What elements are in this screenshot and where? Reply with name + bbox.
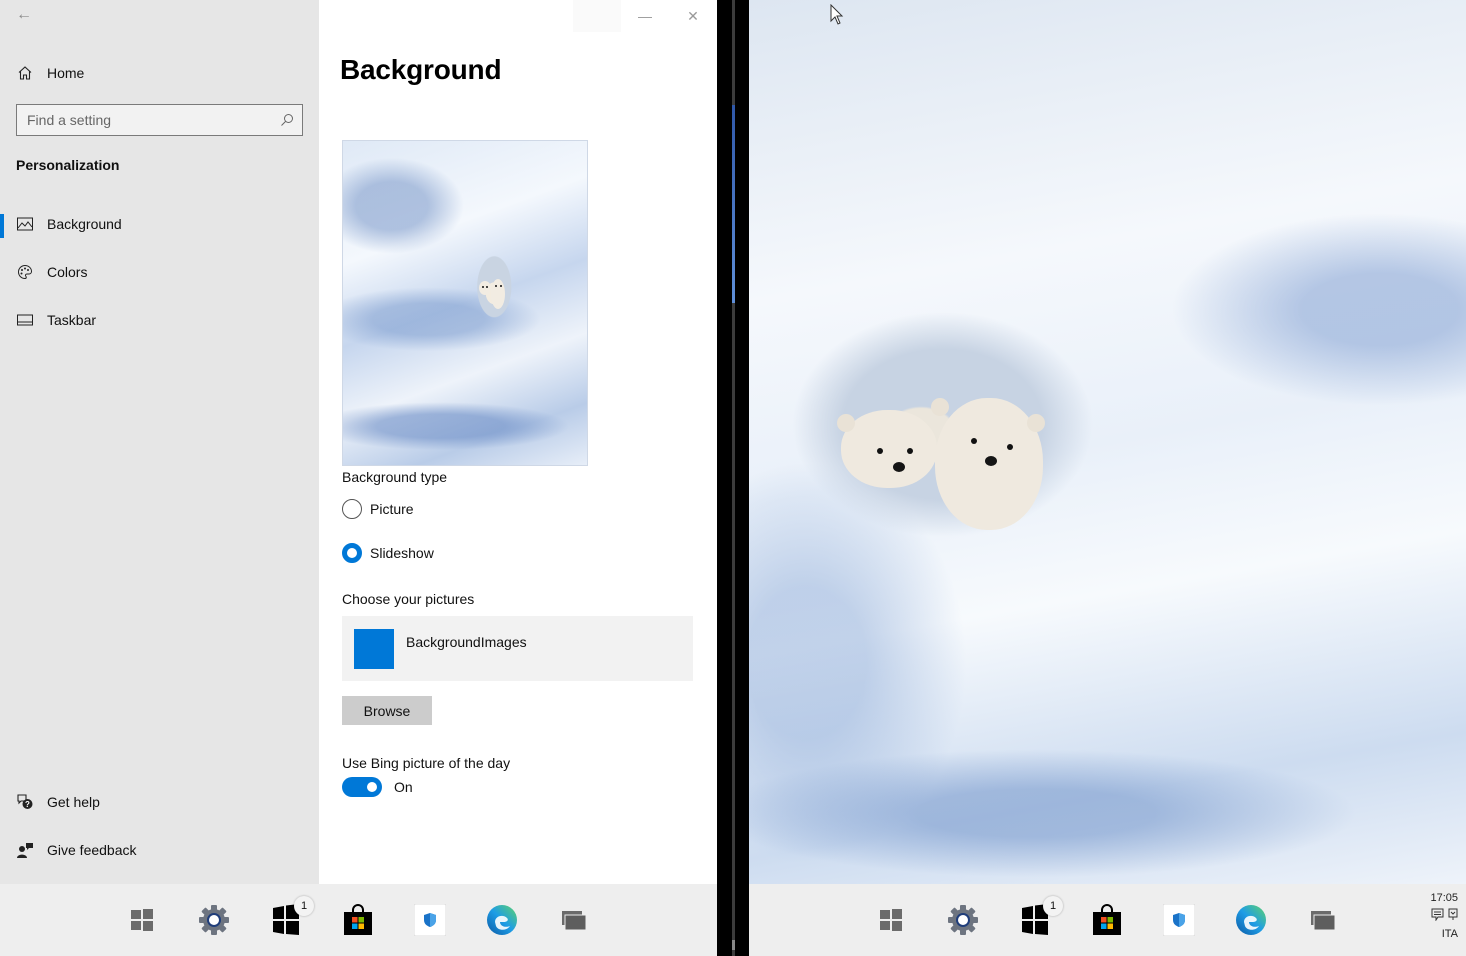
system-tray: 17:05 ITA [1398,890,1458,940]
back-button[interactable]: ← [8,2,40,28]
sidebar-item-taskbar[interactable]: Taskbar [0,300,319,340]
edge-button[interactable] [1233,902,1269,938]
right-screen: 1 17:05 ITA [749,0,1466,956]
settings-app-button[interactable] [196,902,232,938]
taskbar-icon [16,311,34,329]
search-icon[interactable] [272,113,302,127]
folder-thumbnail [354,628,394,669]
toggle-state-label: On [394,779,413,795]
gear-icon [948,905,978,935]
close-button[interactable]: ✕ [669,0,717,32]
background-type-label: Background type [342,469,448,485]
bing-toggle-switch[interactable] [342,777,382,797]
clock[interactable]: 17:05 [1398,892,1458,904]
windows-start-icon [880,909,902,931]
background-preview-image [342,140,588,466]
store-bag-icon [344,904,372,935]
page-title: Background [340,54,502,85]
radio-label: Picture [370,501,414,517]
window-controls: — ✕ [573,0,717,32]
get-help-link[interactable]: ? Get help [0,782,319,822]
edge-icon [487,905,517,935]
close-icon: ✕ [687,7,699,24]
give-feedback-link[interactable]: Give feedback [0,830,319,870]
radio-picture[interactable]: Picture [342,498,414,520]
divider-scroll-thumb[interactable] [732,105,735,303]
gear-icon [199,905,229,935]
sidebar-item-label: Taskbar [47,312,97,328]
maximize-button[interactable] [573,0,621,32]
store-button[interactable] [340,902,376,938]
settings-nav-pane: ← Home Personalization Background [0,0,319,884]
search-box[interactable] [16,104,303,136]
input-language-indicator[interactable]: ITA [1398,928,1458,940]
preview-bear-cub [491,279,505,309]
album-name: BackgroundImages [406,633,527,650]
windows-app-button[interactable]: 1 [1017,896,1063,938]
divider-grip-handle[interactable] [732,940,735,950]
section-title: Personalization [16,157,120,173]
polar-bear-cub-left [837,410,937,488]
notification-badge: 1 [1043,896,1063,916]
album-folder-item[interactable]: BackgroundImages [342,616,693,681]
shield-icon [414,904,446,936]
svg-text:?: ? [25,800,30,809]
mouse-cursor-icon [830,4,844,25]
start-button[interactable] [124,902,160,938]
taskbar-right: 1 17:05 ITA [749,884,1466,956]
picture-icon [16,215,34,233]
radio-button-checked[interactable] [342,543,362,563]
sidebar-item-background[interactable]: Background [0,204,319,244]
polar-bear-cub-right [931,398,1045,530]
tray-icons [1398,908,1458,922]
preview-bear-cub [479,281,491,295]
windows-app-button[interactable]: 1 [268,896,314,938]
get-help-label: Get help [47,794,100,810]
task-view-button[interactable] [556,902,592,938]
sidebar-item-colors[interactable]: Colors [0,252,319,292]
screen-divider[interactable] [717,0,749,956]
task-view-icon [562,911,587,931]
security-button[interactable] [1161,902,1197,938]
settings-app-button[interactable] [945,902,981,938]
edge-button[interactable] [484,902,520,938]
feedback-icon [16,841,34,859]
radio-button[interactable] [342,499,362,519]
sidebar-item-label: Background [47,216,122,232]
start-button[interactable] [873,902,909,938]
action-center-icon[interactable] [1431,908,1444,921]
radio-label: Slideshow [370,545,434,561]
desktop-wallpaper [749,0,1466,884]
task-view-icon [1311,911,1336,931]
bing-toggle-row: On [342,777,413,797]
palette-icon [16,263,34,281]
store-bag-icon [1093,904,1121,935]
left-screen: ← Home Personalization Background [0,0,717,956]
security-button[interactable] [412,902,448,938]
choose-pictures-label: Choose your pictures [342,591,475,607]
toggle-knob [367,782,377,792]
back-arrow-icon: ← [16,6,32,23]
taskbar-left: 1 [0,884,717,956]
bing-picture-label: Use Bing picture of the day [342,755,511,771]
radio-slideshow[interactable]: Slideshow [342,542,434,564]
search-input[interactable] [17,112,272,128]
edge-icon [1236,905,1266,935]
windows-start-icon [131,909,153,931]
settings-content-pane: — ✕ Background Background type Picture S… [319,0,717,884]
sidebar-item-label: Colors [47,264,88,280]
notification-icon[interactable] [1448,908,1458,921]
minimize-icon: — [638,8,652,24]
browse-button[interactable]: Browse [342,696,432,725]
nav-home[interactable]: Home [0,53,319,93]
help-chat-icon: ? [16,793,34,811]
shield-icon [1163,904,1195,936]
notification-badge: 1 [294,896,314,916]
home-icon [16,64,34,82]
store-button[interactable] [1089,902,1125,938]
task-view-button[interactable] [1305,902,1341,938]
minimize-button[interactable]: — [621,0,669,32]
nav-home-label: Home [47,65,85,81]
give-feedback-label: Give feedback [47,842,137,858]
